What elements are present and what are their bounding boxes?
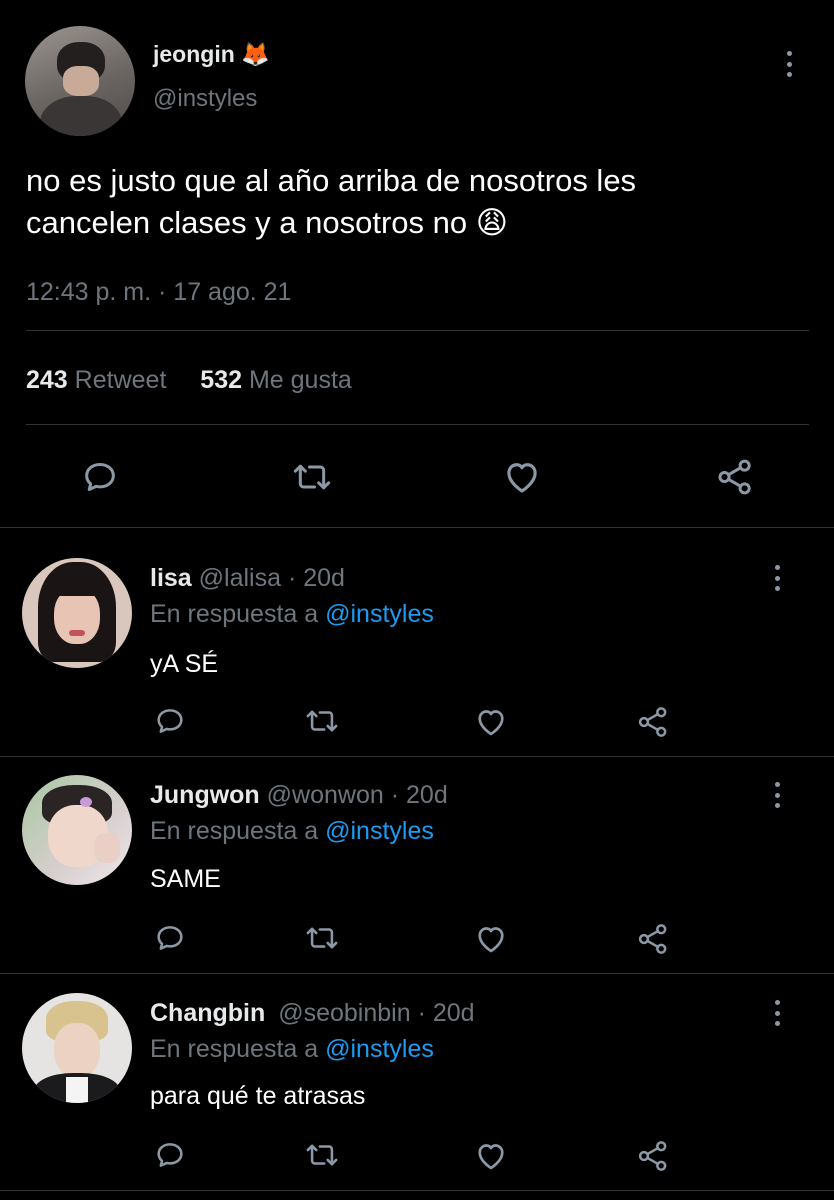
display-name[interactable]: Changbin xyxy=(150,999,265,1027)
timestamp[interactable]: 12:43 p. m. · 17 ago. 21 xyxy=(26,276,291,308)
more-options-icon[interactable] xyxy=(772,1000,782,1026)
like-count: 532 xyxy=(200,366,243,394)
divider xyxy=(0,756,834,757)
reply-text: yA SÉ xyxy=(150,650,219,678)
reply-icon[interactable] xyxy=(80,457,120,497)
reply-age: · 20d xyxy=(287,564,345,592)
handle[interactable]: @seobinbin xyxy=(278,999,410,1027)
retweet-stat[interactable]: 243 Retweet xyxy=(26,366,173,394)
like-stat[interactable]: 532 Me gusta xyxy=(200,366,352,394)
divider xyxy=(26,330,809,331)
retweet-count: 243 xyxy=(26,366,68,394)
reply-age: · 20d xyxy=(390,781,448,809)
display-name[interactable]: jeongin xyxy=(153,41,235,67)
tweet-text-line: no es justo que al año arriba de nosotro… xyxy=(26,163,637,198)
handle[interactable]: @wonwon xyxy=(267,781,384,809)
display-name[interactable]: lisa xyxy=(150,564,192,592)
divider xyxy=(0,527,834,528)
share-icon[interactable] xyxy=(635,704,671,740)
more-options-icon[interactable] xyxy=(772,565,782,591)
reply-to-link[interactable]: @instyles xyxy=(325,1035,434,1063)
display-name[interactable]: Jungwon xyxy=(150,781,260,809)
more-options-icon[interactable] xyxy=(772,782,782,808)
divider xyxy=(26,424,809,425)
retweet-icon[interactable] xyxy=(303,704,341,738)
reply-icon[interactable] xyxy=(153,704,187,738)
reply-text: SAME xyxy=(150,865,221,893)
like-label: Me gusta xyxy=(248,366,352,394)
retweet-icon[interactable] xyxy=(290,457,334,497)
retweet-label: Retweet xyxy=(74,366,167,394)
handle[interactable]: @instyles xyxy=(153,84,257,114)
retweet-icon[interactable] xyxy=(303,921,341,955)
handle[interactable]: @lalisa xyxy=(199,564,281,592)
tweet-text: no es justo que al año arriba de nosotro… xyxy=(26,160,636,244)
reply-age: · 20d xyxy=(417,999,475,1027)
reply-to-link[interactable]: @instyles xyxy=(325,817,434,845)
like-icon[interactable] xyxy=(473,921,509,957)
share-icon[interactable] xyxy=(635,921,671,957)
tweet-text-line: cancelen clases y a nosotros no 😩 xyxy=(26,202,636,244)
reply-icon[interactable] xyxy=(153,1138,187,1172)
avatar[interactable] xyxy=(22,558,132,668)
engagement-stats: 243 Retweet 532 Me gusta xyxy=(26,364,352,396)
more-options-icon[interactable] xyxy=(784,51,794,77)
like-icon[interactable] xyxy=(473,1138,509,1174)
divider xyxy=(0,973,834,974)
divider xyxy=(0,1190,834,1191)
avatar[interactable] xyxy=(22,775,132,885)
name-emoji: 🦊 xyxy=(241,41,270,67)
avatar[interactable] xyxy=(22,993,132,1103)
reply-context-label: En respuesta a xyxy=(150,817,319,845)
like-icon[interactable] xyxy=(473,704,509,740)
avatar[interactable] xyxy=(25,26,135,136)
tweet-text-line-2: cancelen clases y a nosotros no xyxy=(26,205,468,240)
reply-to-link[interactable]: @instyles xyxy=(325,600,434,628)
share-icon[interactable] xyxy=(714,456,756,498)
reply-context-label: En respuesta a xyxy=(150,1035,319,1063)
share-icon[interactable] xyxy=(635,1138,671,1174)
like-icon[interactable] xyxy=(501,456,543,498)
reply-text: para qué te atrasas xyxy=(150,1082,366,1110)
retweet-icon[interactable] xyxy=(303,1138,341,1172)
reply-icon[interactable] xyxy=(153,921,187,955)
tired-face-emoji: 😩 xyxy=(475,205,509,240)
reply-context-label: En respuesta a xyxy=(150,600,319,628)
